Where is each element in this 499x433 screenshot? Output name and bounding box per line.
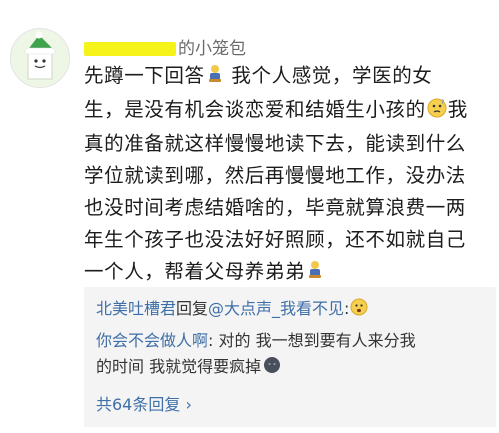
user-avatar[interactable] bbox=[10, 28, 70, 88]
dismay-emoji-icon bbox=[350, 298, 368, 323]
reply-1[interactable]: 北美吐槽君回复@大点声_我看不见: bbox=[96, 297, 369, 323]
post-line-5: 也没时间考虑结婚啥的，毕竟就算浪费一两 bbox=[84, 196, 466, 219]
username-text: 的小笼包 bbox=[178, 39, 246, 59]
reply-author[interactable]: 北美吐槽君 bbox=[96, 299, 176, 318]
reply-author[interactable]: 你会不会做人啊 bbox=[96, 331, 208, 350]
post-text: 我 bbox=[447, 98, 468, 121]
post-body: 先蹲一下回答 我个人感觉，学医的女 生，是没有机会谈恋爱和结婚生小孩的? 我 真的… bbox=[84, 60, 494, 290]
post-text: 先蹲一下回答 bbox=[84, 64, 205, 87]
post-text: 生，是没有机会谈恋爱和结婚生小孩的 bbox=[84, 98, 426, 121]
post-line-3: 真的准备就这样慢慢地读下去，能读到什么 bbox=[84, 132, 466, 155]
confused-emoji-icon: ? bbox=[427, 96, 447, 128]
sweat-emoji-icon bbox=[306, 258, 324, 290]
reply-colon: : bbox=[344, 299, 350, 318]
svg-text:?: ? bbox=[441, 99, 445, 106]
reply-2[interactable]: 你会不会做人啊: 对的 我一想到要有人来分我 bbox=[96, 329, 416, 353]
reply-colon: : bbox=[208, 331, 219, 350]
post-username[interactable]: 的小笼包 bbox=[84, 34, 246, 59]
avatar-ghost-icon bbox=[11, 29, 69, 87]
post-text: 我个人感觉，学医的女 bbox=[224, 64, 433, 87]
name-redaction bbox=[84, 42, 176, 56]
post-line-4: 学位就读到哪，然后再慢慢地工作，没办法 bbox=[84, 164, 466, 187]
reply-text: 的时间 我就觉得要疯掉 bbox=[96, 357, 262, 376]
post-text: 一个人，帮着父母养弟弟 bbox=[84, 260, 306, 283]
post-line-6: 年生个孩子也没法好好照顾，还不如就自己 bbox=[84, 228, 466, 251]
replies-box: 北美吐槽君回复@大点声_我看不见: 你会不会做人啊: 对的 我一想到要有人来分我… bbox=[84, 287, 496, 427]
post-line-7: 一个人，帮着父母养弟弟 bbox=[84, 256, 494, 290]
reply-2-cont: 的时间 我就觉得要疯掉 bbox=[96, 355, 283, 381]
more-replies-link[interactable]: 共64条回复 › bbox=[96, 391, 192, 415]
post-line-2: 生，是没有机会谈恋爱和结婚生小孩的? 我 bbox=[84, 94, 494, 128]
reply-verb: 回复 bbox=[176, 299, 209, 318]
reply-target[interactable]: @大点声_我看不见 bbox=[208, 299, 344, 318]
post-line-1: 先蹲一下回答 我个人感觉，学医的女 bbox=[84, 60, 494, 94]
crouch-emoji-icon bbox=[206, 62, 224, 94]
reply-text: 对的 我一想到要有人来分我 bbox=[218, 331, 416, 350]
dark-face-emoji-icon bbox=[262, 356, 282, 381]
